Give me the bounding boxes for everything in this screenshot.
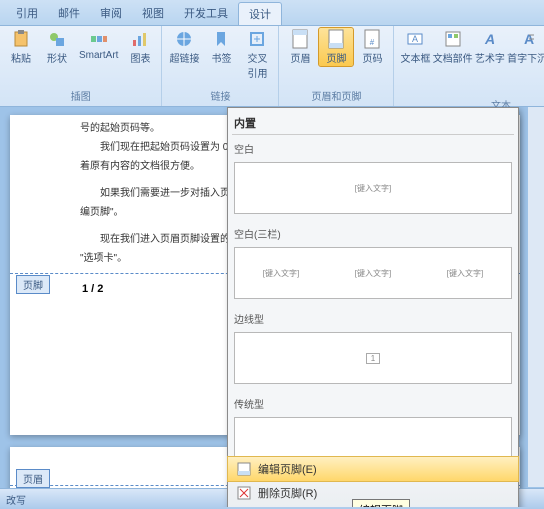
header-tag: 页眉 [16, 469, 50, 488]
vertical-scrollbar[interactable] [528, 107, 544, 487]
footer-pagenum[interactable]: 1 / 2 [82, 283, 103, 295]
svg-text:#: # [370, 38, 375, 47]
group-links: 链接 [166, 87, 274, 104]
ribbon: 粘贴 形状 SmartArt 图表 插图 超链接 书签 交叉 引用 链接 页眉 … [0, 26, 544, 107]
group-headerfooter: 页眉和页脚 [283, 87, 389, 104]
tab-view[interactable]: 视图 [132, 2, 174, 25]
ribbon-tabs: 引用 邮件 审阅 视图 开发工具 设计 [0, 0, 544, 26]
gallery-label-edge: 边线型 [232, 309, 514, 328]
document-area: 号的起始页码等。 我们现在把起始页码设置为 0。倒着页页 着原有内容的文档很方便… [0, 107, 544, 507]
shapes-button[interactable]: 形状 [40, 28, 74, 66]
svg-text:A: A [484, 31, 495, 47]
gallery-category-builtin: 内置 [232, 112, 514, 135]
gallery-label-blank3: 空白(三栏) [232, 224, 514, 243]
gallery-item-edge[interactable]: 1 [234, 332, 512, 384]
remove-icon [236, 485, 252, 501]
edit-icon [236, 461, 252, 477]
tab-review[interactable]: 审阅 [90, 2, 132, 25]
footer-gallery-dropdown: 内置 空白 [键入文字] 空白(三栏) [键入文字][键入文字][键入文字] 边… [227, 107, 519, 507]
dropcap-button[interactable]: A首字下沉 [509, 28, 544, 96]
tab-mailings[interactable]: 邮件 [48, 2, 90, 25]
gallery-scroll[interactable]: 内置 空白 [键入文字] 空白(三栏) [键入文字][键入文字][键入文字] 边… [228, 108, 518, 456]
svg-text:A: A [412, 34, 418, 44]
textbox-button[interactable]: A文本框 [398, 28, 432, 96]
tab-references[interactable]: 引用 [6, 2, 48, 25]
group-illustrations: 插图 [4, 87, 157, 104]
smartart-button[interactable]: SmartArt [76, 28, 121, 66]
paste-button[interactable]: 粘贴 [4, 28, 38, 66]
status-overwrite[interactable]: 改写 [6, 492, 26, 507]
tab-design[interactable]: 设计 [238, 2, 282, 25]
crossref-button[interactable]: 交叉 引用 [240, 28, 274, 81]
quickparts-button[interactable]: 文档部件 [434, 28, 470, 96]
header-button[interactable]: 页眉 [283, 28, 317, 66]
wordart-button[interactable]: A艺术字 [473, 28, 507, 96]
gallery-item-blank3[interactable]: [键入文字][键入文字][键入文字] [234, 247, 512, 299]
tooltip-edit-footer: 编辑页脚 [352, 499, 410, 507]
gallery-item-traditional[interactable]: 1 [234, 417, 512, 456]
edit-footer-menuitem[interactable]: 编辑页脚(E) [228, 457, 518, 481]
chart-button[interactable]: 图表 [123, 28, 157, 66]
tab-developer[interactable]: 开发工具 [174, 2, 238, 25]
bookmark-button[interactable]: 书签 [204, 28, 238, 81]
footer-tag: 页脚 [16, 275, 50, 294]
footer-button[interactable]: 页脚 [319, 28, 353, 66]
hyperlink-button[interactable]: 超链接 [166, 28, 202, 81]
gallery-label-blank: 空白 [232, 139, 514, 158]
gallery-label-traditional: 传统型 [232, 394, 514, 413]
pagenum-button[interactable]: #页码 [355, 28, 389, 66]
gallery-item-blank[interactable]: [键入文字] [234, 162, 512, 214]
